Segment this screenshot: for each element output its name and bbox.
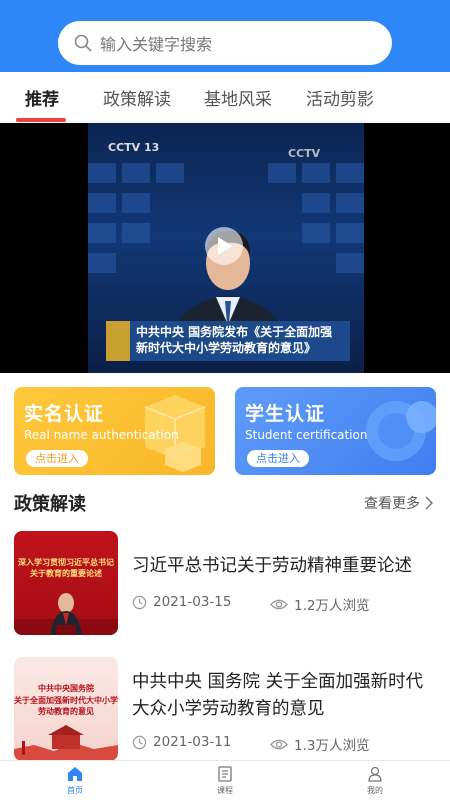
real-name-auth-card[interactable]: 实名认证 Real name authentication 点击进入	[14, 387, 215, 475]
news-date-label: 2021-03-11	[153, 734, 232, 750]
video-player[interactable]: CCTV 13 CCTV 中共中央 国务院发布《关于全面加强 新时代大中小学劳动…	[0, 123, 450, 373]
news-views: 1.3万人浏览	[270, 734, 369, 754]
tab-activity[interactable]: 活动剪影	[306, 85, 374, 110]
news-item[interactable]: 中共中央国务院 关于全面加强新时代大中小学 劳动教育的意见 中共中央 国务院 关…	[0, 657, 450, 767]
news-date: 2021-03-15	[132, 594, 231, 610]
view-more-label: 查看更多	[364, 496, 420, 512]
thumb-line-2: 关于全面加强新时代大中小学	[14, 696, 118, 705]
clock-icon	[132, 735, 147, 749]
book-icon	[218, 766, 232, 782]
home-icon	[68, 767, 82, 781]
tab-base[interactable]: 基地风采	[204, 85, 272, 110]
search-placeholder: 输入关键字搜索	[100, 35, 213, 54]
nav-course-label: 课程	[217, 786, 233, 795]
view-more-link[interactable]: 查看更多	[364, 493, 434, 513]
news-thumbnail: 深入学习贯彻习近平总书记 关于教育的重要论述	[14, 531, 118, 635]
tab-recommend[interactable]: 推荐	[25, 85, 59, 110]
news-views-label: 1.2万人浏览	[294, 598, 370, 614]
news-date-label: 2021-03-15	[153, 594, 232, 610]
real-auth-title: 实名认证	[24, 403, 105, 425]
building-illustration	[14, 725, 118, 761]
news-thumbnail: 中共中央国务院 关于全面加强新时代大中小学 劳动教育的意见	[14, 657, 118, 761]
caption-line-2: 新时代大中小学劳动教育的意见》	[136, 341, 317, 355]
tab-active-indicator	[16, 118, 66, 122]
policy-section-title: 政策解读	[14, 494, 86, 515]
nav-profile[interactable]: 我的	[345, 765, 405, 796]
chevron-right-icon	[425, 496, 434, 510]
student-auth-card[interactable]: 学生认证 Student certification 点击进入	[235, 387, 436, 475]
play-icon	[218, 237, 232, 255]
clock-icon	[132, 595, 147, 609]
category-tabs: 推荐 政策解读 基地风采 活动剪影	[0, 72, 450, 122]
search-icon	[74, 34, 92, 52]
news-views: 1.2万人浏览	[270, 594, 369, 614]
eye-icon	[270, 599, 288, 609]
real-auth-subtitle: Real name authentication	[24, 428, 179, 442]
nav-home-label: 首页	[67, 786, 83, 795]
nav-profile-label: 我的	[367, 786, 383, 795]
student-auth-title: 学生认证	[245, 403, 326, 425]
profile-icon	[368, 766, 382, 782]
caption-line-1: 中共中央 国务院发布《关于全面加强	[136, 325, 333, 339]
real-auth-enter-button[interactable]: 点击进入	[26, 450, 88, 467]
tab-policy[interactable]: 政策解读	[103, 85, 171, 110]
eye-icon	[270, 739, 288, 749]
thumb-line-1: 中共中央国务院	[38, 684, 94, 693]
student-auth-subtitle: Student certification	[245, 428, 368, 442]
thumb-line-2: 关于教育的重要论述	[30, 569, 102, 578]
channel-watermark: CCTV	[288, 147, 321, 160]
news-caption: 中共中央 国务院发布《关于全面加强 新时代大中小学劳动教育的意见》	[106, 321, 350, 361]
nav-home[interactable]: 首页	[45, 765, 105, 796]
news-item[interactable]: 深入学习贯彻习近平总书记 关于教育的重要论述 习近平总书记关于劳动精神重要论述 …	[0, 531, 450, 641]
bottom-navigation: 首页 课程 我的	[0, 760, 450, 800]
thumb-line-1: 深入学习贯彻习近平总书记	[18, 558, 114, 567]
search-input[interactable]: 输入关键字搜索	[58, 21, 392, 65]
news-title: 中共中央 国务院 关于全面加强新时代大众小学劳动教育的意见	[132, 672, 424, 719]
news-date: 2021-03-11	[132, 734, 231, 750]
app-header: 输入关键字搜索	[0, 0, 450, 72]
thumb-line-3: 劳动教育的意见	[38, 707, 94, 716]
news-views-label: 1.3万人浏览	[294, 738, 370, 754]
speaker-illustration	[14, 593, 118, 635]
nav-course[interactable]: 课程	[195, 765, 255, 796]
news-title: 习近平总书记关于劳动精神重要论述	[132, 556, 412, 576]
student-auth-enter-button[interactable]: 点击进入	[247, 450, 309, 467]
play-button[interactable]	[205, 227, 243, 265]
channel-logo: CCTV 13	[108, 141, 160, 154]
